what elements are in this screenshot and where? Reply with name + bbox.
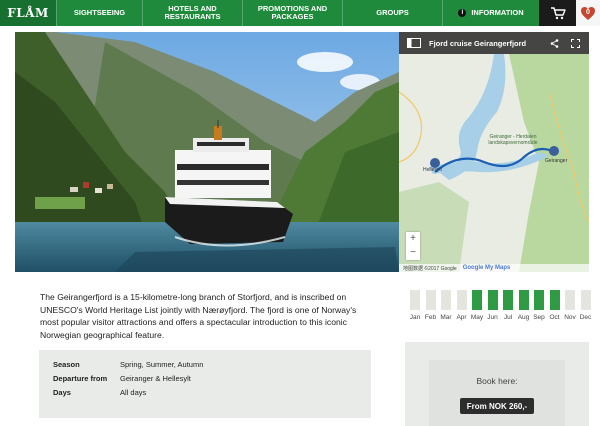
info-icon: i bbox=[458, 9, 467, 17]
zoom-in-button[interactable]: + bbox=[410, 233, 416, 245]
season-calendar: Jan Feb Mar Apr May Jun Jul Aug Sep Oct Nov Dec bbox=[406, 290, 591, 326]
month-dec: Dec bbox=[580, 290, 591, 321]
map-marker-geiranger[interactable]: Geiranger bbox=[545, 158, 567, 164]
nav-groups-label: GROUPS bbox=[376, 8, 409, 17]
nav-groups[interactable]: GROUPS bbox=[342, 0, 442, 26]
month-sep: Sep bbox=[533, 290, 545, 321]
detail-key: Departure from bbox=[53, 373, 108, 383]
map-place-label: Geiranger - Herdalen landskapsvernområde bbox=[488, 134, 538, 146]
month-bar bbox=[425, 290, 436, 310]
google-my-maps-logo[interactable]: Google My Maps bbox=[463, 265, 511, 271]
detail-key: Season bbox=[53, 359, 80, 369]
booking-panel: Book here: From NOK 260,- bbox=[405, 342, 589, 426]
map-header: Fjord cruise Geirangerfjord bbox=[399, 32, 589, 54]
nav-hotels-label: HOTELS AND RESTAURANTS bbox=[164, 4, 221, 21]
tour-details: Season Spring, Summer, Autumn Departure … bbox=[39, 350, 371, 418]
cart-icon bbox=[550, 7, 566, 20]
nav-sightseeing-label: SIGHTSEEING bbox=[73, 8, 126, 17]
month-nov: Nov bbox=[564, 290, 576, 321]
detail-row-season: Season Spring, Summer, Autumn bbox=[53, 357, 357, 371]
wishlist-button[interactable]: 0 bbox=[576, 0, 600, 26]
map-marker-hellesylt[interactable]: Hellesylt bbox=[423, 167, 442, 173]
detail-value: Geiranger & Hellesylt bbox=[120, 373, 191, 383]
month-bar bbox=[580, 290, 591, 310]
nav-hotels-restaurants[interactable]: HOTELS AND RESTAURANTS bbox=[142, 0, 242, 26]
tour-description: The Geirangerfjord is a 15-kilometre-lon… bbox=[40, 292, 357, 340]
wishlist-count: 0 bbox=[586, 9, 590, 16]
detail-key: Days bbox=[53, 387, 71, 397]
nav-information-label: INFORMATION bbox=[471, 8, 524, 17]
book-price-button[interactable]: From NOK 260,- bbox=[460, 398, 534, 414]
map-zoom-controls: + − bbox=[406, 232, 420, 260]
month-feb: Feb bbox=[425, 290, 436, 321]
month-mar: Mar bbox=[440, 290, 452, 321]
route-map[interactable]: Fjord cruise Geirangerfjord Geiranger - … bbox=[399, 32, 589, 272]
month-apr: Apr bbox=[456, 290, 467, 321]
month-aug: Aug bbox=[518, 290, 529, 321]
month-bar bbox=[565, 290, 575, 310]
month-bar bbox=[518, 290, 529, 310]
month-bar bbox=[472, 290, 482, 310]
month-bar bbox=[549, 290, 560, 310]
zoom-out-button[interactable]: − bbox=[410, 247, 416, 259]
month-jul: Jul bbox=[503, 290, 513, 321]
month-bar bbox=[487, 290, 498, 310]
month-bar bbox=[503, 290, 513, 310]
detail-value: Spring, Summer, Autumn bbox=[120, 359, 204, 369]
month-bar bbox=[534, 290, 544, 310]
month-jan: Jan bbox=[410, 290, 420, 321]
nav-sightseeing[interactable]: SIGHTSEEING bbox=[56, 0, 142, 26]
flam-logo[interactable]: FLÅM bbox=[0, 0, 56, 26]
top-navigation: FLÅM SIGHTSEEING HOTELS AND RESTAURANTS … bbox=[0, 0, 600, 26]
map-footer: 地图数据 ©2017 Google Google My Maps bbox=[399, 264, 589, 272]
nav-information[interactable]: i INFORMATION bbox=[442, 0, 539, 26]
nav-promotions-label: PROMOTIONS AND PACKAGES bbox=[257, 4, 328, 21]
month-bar bbox=[410, 290, 420, 310]
month-jun: Jun bbox=[487, 290, 498, 321]
marker-hellesylt-label: Hellesylt bbox=[423, 167, 442, 173]
marker-geiranger-label: Geiranger bbox=[545, 158, 568, 164]
month-may: May bbox=[471, 290, 483, 321]
detail-row-departure: Departure from Geiranger & Hellesylt bbox=[53, 371, 357, 385]
month-label: Dec bbox=[579, 314, 592, 321]
booking-label: Book here: bbox=[476, 376, 518, 386]
share-icon[interactable] bbox=[550, 38, 559, 48]
booking-card: Book here: From NOK 260,- bbox=[429, 360, 565, 426]
month-oct: Oct bbox=[549, 290, 560, 321]
map-layers-icon[interactable] bbox=[407, 38, 421, 48]
month-bar bbox=[456, 290, 467, 310]
hero-photo-ferry bbox=[15, 32, 399, 272]
map-title: Fjord cruise Geirangerfjord bbox=[429, 38, 527, 48]
nav-promotions-packages[interactable]: PROMOTIONS AND PACKAGES bbox=[242, 0, 342, 26]
detail-value: All days bbox=[120, 387, 147, 397]
map-copyright: 地图数据 ©2017 Google bbox=[403, 265, 457, 272]
fullscreen-icon[interactable] bbox=[571, 38, 580, 48]
detail-row-days: Days All days bbox=[53, 385, 357, 399]
cart-button[interactable] bbox=[539, 0, 576, 26]
month-bar bbox=[441, 290, 451, 310]
